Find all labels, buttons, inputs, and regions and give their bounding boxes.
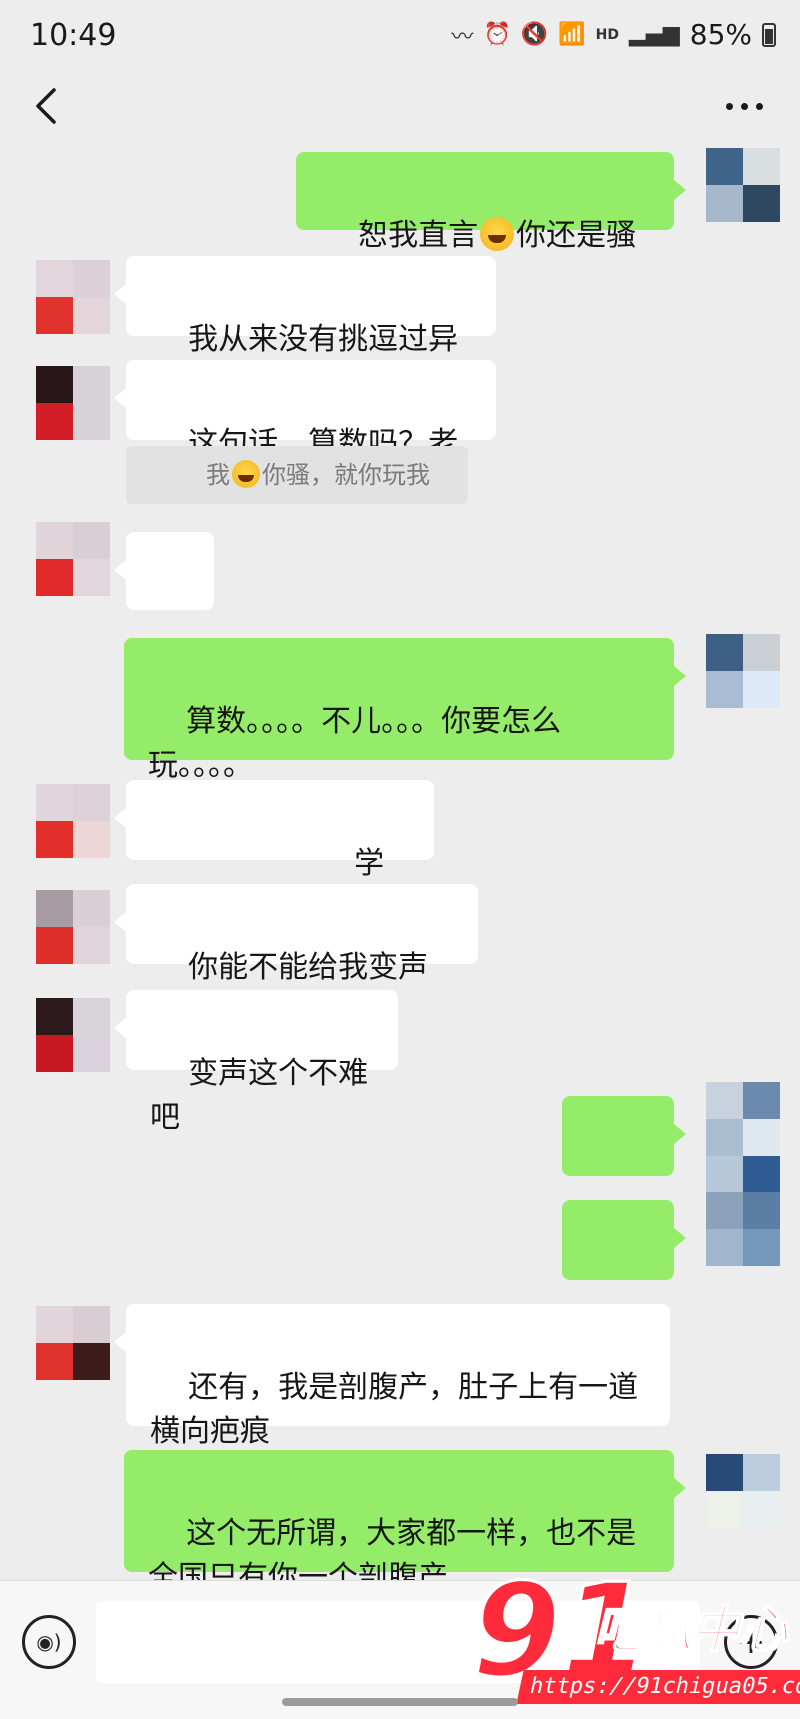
network-label: HD — [595, 26, 619, 43]
avatar-self[interactable] — [706, 1454, 780, 1528]
quote-text: 我 — [206, 461, 230, 489]
battery-icon — [762, 22, 776, 47]
wifi-icon: 📶 — [558, 22, 586, 47]
voice-icon: ◉) — [36, 1630, 62, 1654]
avatar-contact[interactable] — [36, 260, 110, 334]
quoted-message[interactable]: 我 你骚，就你玩我 — [126, 446, 468, 504]
signal-icon: ▂▄▆ — [629, 22, 680, 47]
message-text: 还有，我是剖腹产，肚子上有一道横向疤痕 — [150, 1370, 639, 1449]
chat-header — [0, 72, 800, 140]
alarm-icon: ⏰ — [483, 22, 511, 47]
watermark-brand: 吃瓜中心 — [593, 1600, 789, 1660]
message-text: 变声这个不难吧 — [150, 1056, 369, 1135]
link-icon: 〰 — [451, 24, 474, 50]
battery-percent: 85% — [689, 18, 752, 51]
avatar-contact[interactable] — [36, 998, 110, 1072]
more-button[interactable] — [726, 96, 770, 116]
message-bubble-incoming[interactable]: 我从来没有挑逗过异性 — [114, 256, 496, 401]
message-bubble-incoming[interactable]: 你能不能给我变声啊？ — [114, 884, 478, 1029]
avatar-self[interactable] — [706, 148, 780, 222]
avatar-contact[interactable] — [36, 784, 110, 858]
more-dot — [756, 102, 763, 110]
more-dot — [726, 102, 733, 110]
status-bar: 10:49 〰 ⏰ 🔇 📶 HD ▂▄▆ 85% — [0, 0, 800, 72]
message-text: 算数。。。。不儿。。。你要怎么玩。。。。 — [148, 704, 562, 783]
avatar-contact[interactable] — [36, 890, 110, 964]
avatar-self[interactable] — [706, 634, 780, 708]
quote-text: 你骚，就你玩我 — [262, 461, 430, 489]
message-bubble-incoming[interactable]: 这句话，算数吗？老板 — [114, 360, 496, 505]
message-bubble-outgoing[interactable]: 恕我直言你还是骚吧 — [296, 152, 686, 297]
message-text: 恕我直言 — [358, 218, 479, 253]
message-list[interactable]: 恕我直言你还是骚吧 我从来没有挑逗过异性 这句话，算数吗？老板 我 你骚，就你玩我… — [0, 140, 800, 1595]
avatar-contact[interactable] — [36, 522, 110, 596]
laughing-emoji-icon — [480, 217, 515, 251]
message-bubble-outgoing[interactable]: 这个无所谓，大家都一样，也不是全国只有你一个剖腹产 — [124, 1450, 686, 1595]
message-bubble-outgoing[interactable]: 容易 — [562, 1200, 686, 1345]
status-icons: 〰 ⏰ 🔇 📶 HD ▂▄▆ 85% — [451, 18, 776, 51]
message-bubble-incoming[interactable] — [114, 532, 214, 681]
home-indicator[interactable] — [282, 1698, 518, 1706]
message-bubble-incoming[interactable]: 还有，我是剖腹产，肚子上有一道横向疤痕 — [114, 1304, 670, 1449]
watermark-url: https://91chigua05.com — [516, 1670, 800, 1704]
laughing-emoji-icon — [232, 460, 260, 488]
avatar-contact[interactable] — [36, 366, 110, 440]
message-bubble-outgoing[interactable]: 算数。。。。不儿。。。你要怎么玩。。。。 — [124, 638, 686, 783]
avatar-contact[interactable] — [36, 1306, 110, 1380]
more-dot — [741, 102, 748, 110]
back-button[interactable] — [28, 84, 68, 128]
message-bubble-incoming[interactable]: 变声这个不难吧 — [114, 990, 398, 1135]
status-time: 10:49 — [30, 18, 117, 53]
message-bubble-incoming[interactable]: 学了点 — [114, 780, 434, 925]
mute-icon: 🔇 — [520, 22, 549, 47]
voice-button[interactable]: ◉) — [22, 1615, 76, 1669]
chevron-left-icon — [36, 88, 56, 124]
avatar-self[interactable] — [706, 1082, 780, 1266]
message-bubble-outgoing[interactable]: 变声 — [562, 1096, 686, 1241]
watermark: 91 吃瓜中心 https://91chigua05.com — [470, 1560, 800, 1710]
